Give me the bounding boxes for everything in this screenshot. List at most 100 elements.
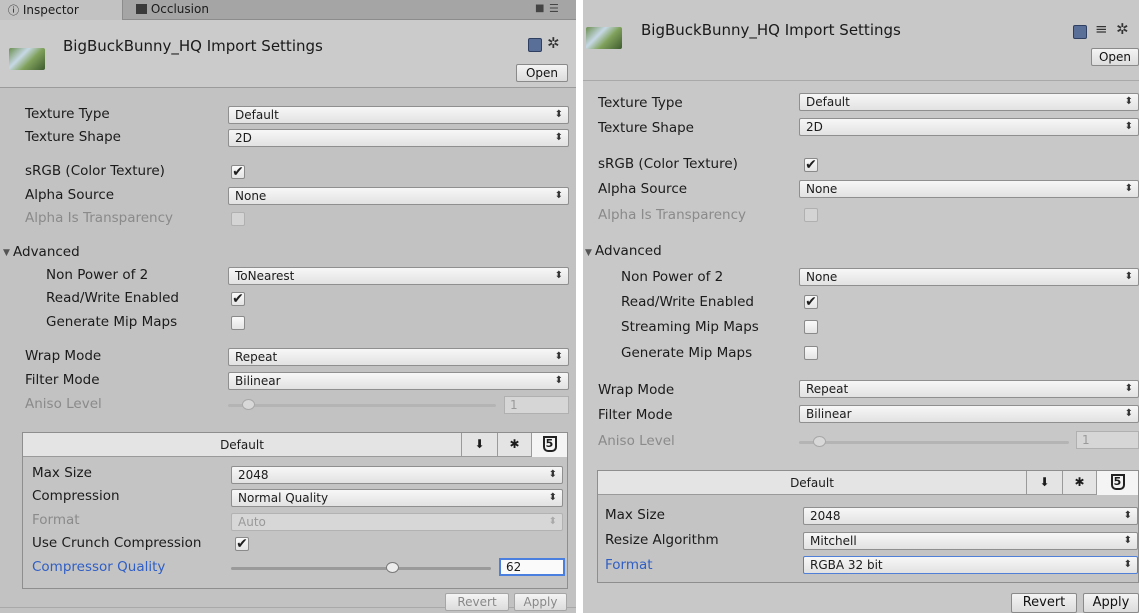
texture-type-label: Texture Type <box>25 106 110 122</box>
max-size-dropdown[interactable]: 2048 ⬍ <box>803 507 1138 525</box>
dropdown-arrow-icon: ⬍ <box>554 270 563 281</box>
aniso-label: Aniso Level <box>598 433 675 449</box>
advanced-foldout-label[interactable]: Advanced <box>13 244 80 260</box>
gear-icon[interactable]: ✲ <box>1116 20 1129 38</box>
gen-mip-label: Generate Mip Maps <box>46 314 178 330</box>
open-button[interactable]: Open <box>516 64 568 82</box>
foldout-arrow-icon[interactable]: ▼ <box>585 248 592 258</box>
dropdown-arrow-icon: ⬍ <box>554 132 563 143</box>
dropdown-arrow-icon: ⬍ <box>548 492 557 503</box>
crunch-checkbox[interactable]: ✔ <box>235 537 249 551</box>
texture-thumbnail <box>9 48 45 70</box>
dropdown-arrow-icon: ⬍ <box>1123 510 1132 521</box>
filter-mode-label: Filter Mode <box>25 372 100 388</box>
help-icon[interactable] <box>528 38 542 52</box>
stream-mip-checkbox[interactable] <box>804 320 818 334</box>
texture-shape-value: 2D <box>235 131 252 145</box>
wrap-mode-dropdown[interactable]: Repeat ⬍ <box>228 348 569 366</box>
max-size-value: 2048 <box>238 468 269 482</box>
dropdown-arrow-icon: ⬍ <box>554 109 563 120</box>
alpha-source-value: None <box>235 189 267 203</box>
srgb-checkbox[interactable]: ✔ <box>231 165 245 179</box>
texture-type-dropdown[interactable]: Default ⬍ <box>799 93 1139 111</box>
format-dropdown[interactable]: RGBA 32 bit ⬍ <box>803 556 1138 574</box>
aniso-input: 1 <box>504 396 569 414</box>
dropdown-arrow-icon: ⬍ <box>554 351 563 362</box>
format-value: Auto <box>238 515 266 529</box>
stream-mip-label: Streaming Mip Maps <box>621 319 759 335</box>
npot-label: Non Power of 2 <box>46 267 149 283</box>
max-size-dropdown[interactable]: 2048 ⬍ <box>231 466 563 484</box>
read-write-checkbox[interactable]: ✔ <box>804 295 818 309</box>
dropdown-arrow-icon: ⬍ <box>554 375 563 386</box>
gen-mip-checkbox[interactable] <box>231 316 245 330</box>
html5-icon: 5 <box>1110 474 1125 490</box>
dropdown-arrow-icon: ⬍ <box>554 190 563 201</box>
lock-icon[interactable]: ■ <box>535 3 544 14</box>
gen-mip-checkbox[interactable] <box>804 346 818 360</box>
dropdown-arrow-icon: ⬍ <box>548 516 557 527</box>
max-size-value: 2048 <box>810 509 841 523</box>
texture-shape-label: Texture Shape <box>25 129 121 145</box>
advanced-foldout-label[interactable]: Advanced <box>595 243 662 259</box>
platform-tab-webgl[interactable]: 5 <box>1096 471 1138 495</box>
tab-bar: ⓘ Inspector Occlusion ■ ☰ <box>0 0 576 20</box>
preset-icon[interactable]: ≡ <box>1095 20 1108 38</box>
texture-shape-dropdown[interactable]: 2D ⬍ <box>799 118 1139 136</box>
foldout-arrow-icon[interactable]: ▼ <box>3 248 10 258</box>
npot-dropdown[interactable]: None ⬍ <box>799 268 1139 286</box>
help-icon[interactable] <box>1073 25 1087 39</box>
platform-tab-standalone[interactable]: ⬇ <box>1026 471 1062 495</box>
gen-mip-label: Generate Mip Maps <box>621 345 753 361</box>
dropdown-arrow-icon: ⬍ <box>1124 271 1133 282</box>
divider <box>583 80 1139 81</box>
tab-inspector-label: Inspector <box>22 3 79 17</box>
wrap-mode-value: Repeat <box>806 382 849 396</box>
platform-settings: Default ⬇ ✱ 5 Max Size 2048 ⬍ Resize Algo… <box>597 470 1139 583</box>
alpha-source-label: Alpha Source <box>25 187 115 203</box>
max-size-label: Max Size <box>32 465 92 481</box>
platform-tab-default[interactable]: Default <box>23 433 461 457</box>
tab-inspector[interactable]: ⓘ Inspector <box>0 0 123 20</box>
aniso-slider-knob <box>813 436 826 447</box>
apply-button[interactable]: Apply <box>1083 593 1139 613</box>
tab-menu-icon[interactable]: ☰ <box>549 2 559 15</box>
android-icon: ✱ <box>1074 475 1085 489</box>
texture-shape-dropdown[interactable]: 2D ⬍ <box>228 129 569 147</box>
filter-mode-dropdown[interactable]: Bilinear ⬍ <box>799 405 1139 423</box>
quality-input[interactable]: 62 <box>499 558 565 576</box>
gear-icon[interactable]: ✲ <box>547 34 560 52</box>
filter-mode-dropdown[interactable]: Bilinear ⬍ <box>228 372 569 390</box>
texture-type-dropdown[interactable]: Default ⬍ <box>228 106 569 124</box>
platform-settings: Default ⬇ ✱ 5 Max Size 2048 ⬍ Compression… <box>22 432 568 589</box>
quality-slider-knob[interactable] <box>386 562 400 573</box>
tab-occlusion-label: Occlusion <box>150 2 209 16</box>
platform-tab-default[interactable]: Default <box>598 471 1026 495</box>
platform-tab-android[interactable]: ✱ <box>1062 471 1096 495</box>
apply-button[interactable]: Apply <box>514 593 567 611</box>
platform-tab-android[interactable]: ✱ <box>497 433 531 457</box>
npot-dropdown[interactable]: ToNearest ⬍ <box>228 267 569 285</box>
read-write-checkbox[interactable]: ✔ <box>231 292 245 306</box>
aniso-slider-knob <box>242 399 255 410</box>
format-dropdown: Auto ⬍ <box>231 513 563 531</box>
alpha-source-dropdown[interactable]: None ⬍ <box>228 187 569 205</box>
alpha-source-dropdown[interactable]: None ⬍ <box>799 180 1139 198</box>
alpha-source-value: None <box>806 182 838 196</box>
wrap-mode-dropdown[interactable]: Repeat ⬍ <box>799 380 1139 398</box>
filter-mode-value: Bilinear <box>235 374 281 388</box>
srgb-checkbox[interactable]: ✔ <box>804 158 818 172</box>
open-button[interactable]: Open <box>1091 48 1139 66</box>
occlusion-icon <box>136 4 147 14</box>
quality-slider-track[interactable] <box>231 567 491 570</box>
revert-button[interactable]: Revert <box>445 593 509 611</box>
compression-dropdown[interactable]: Normal Quality ⬍ <box>231 489 563 507</box>
platform-tab-standalone[interactable]: ⬇ <box>461 433 497 457</box>
format-label: Format <box>605 557 653 573</box>
tab-occlusion[interactable]: Occlusion <box>128 0 238 20</box>
max-size-label: Max Size <box>605 507 665 523</box>
revert-button[interactable]: Revert <box>1011 593 1077 613</box>
platform-tab-webgl[interactable]: 5 <box>531 433 567 457</box>
resize-dropdown[interactable]: Mitchell ⬍ <box>803 532 1138 550</box>
format-value: RGBA 32 bit <box>810 558 883 572</box>
